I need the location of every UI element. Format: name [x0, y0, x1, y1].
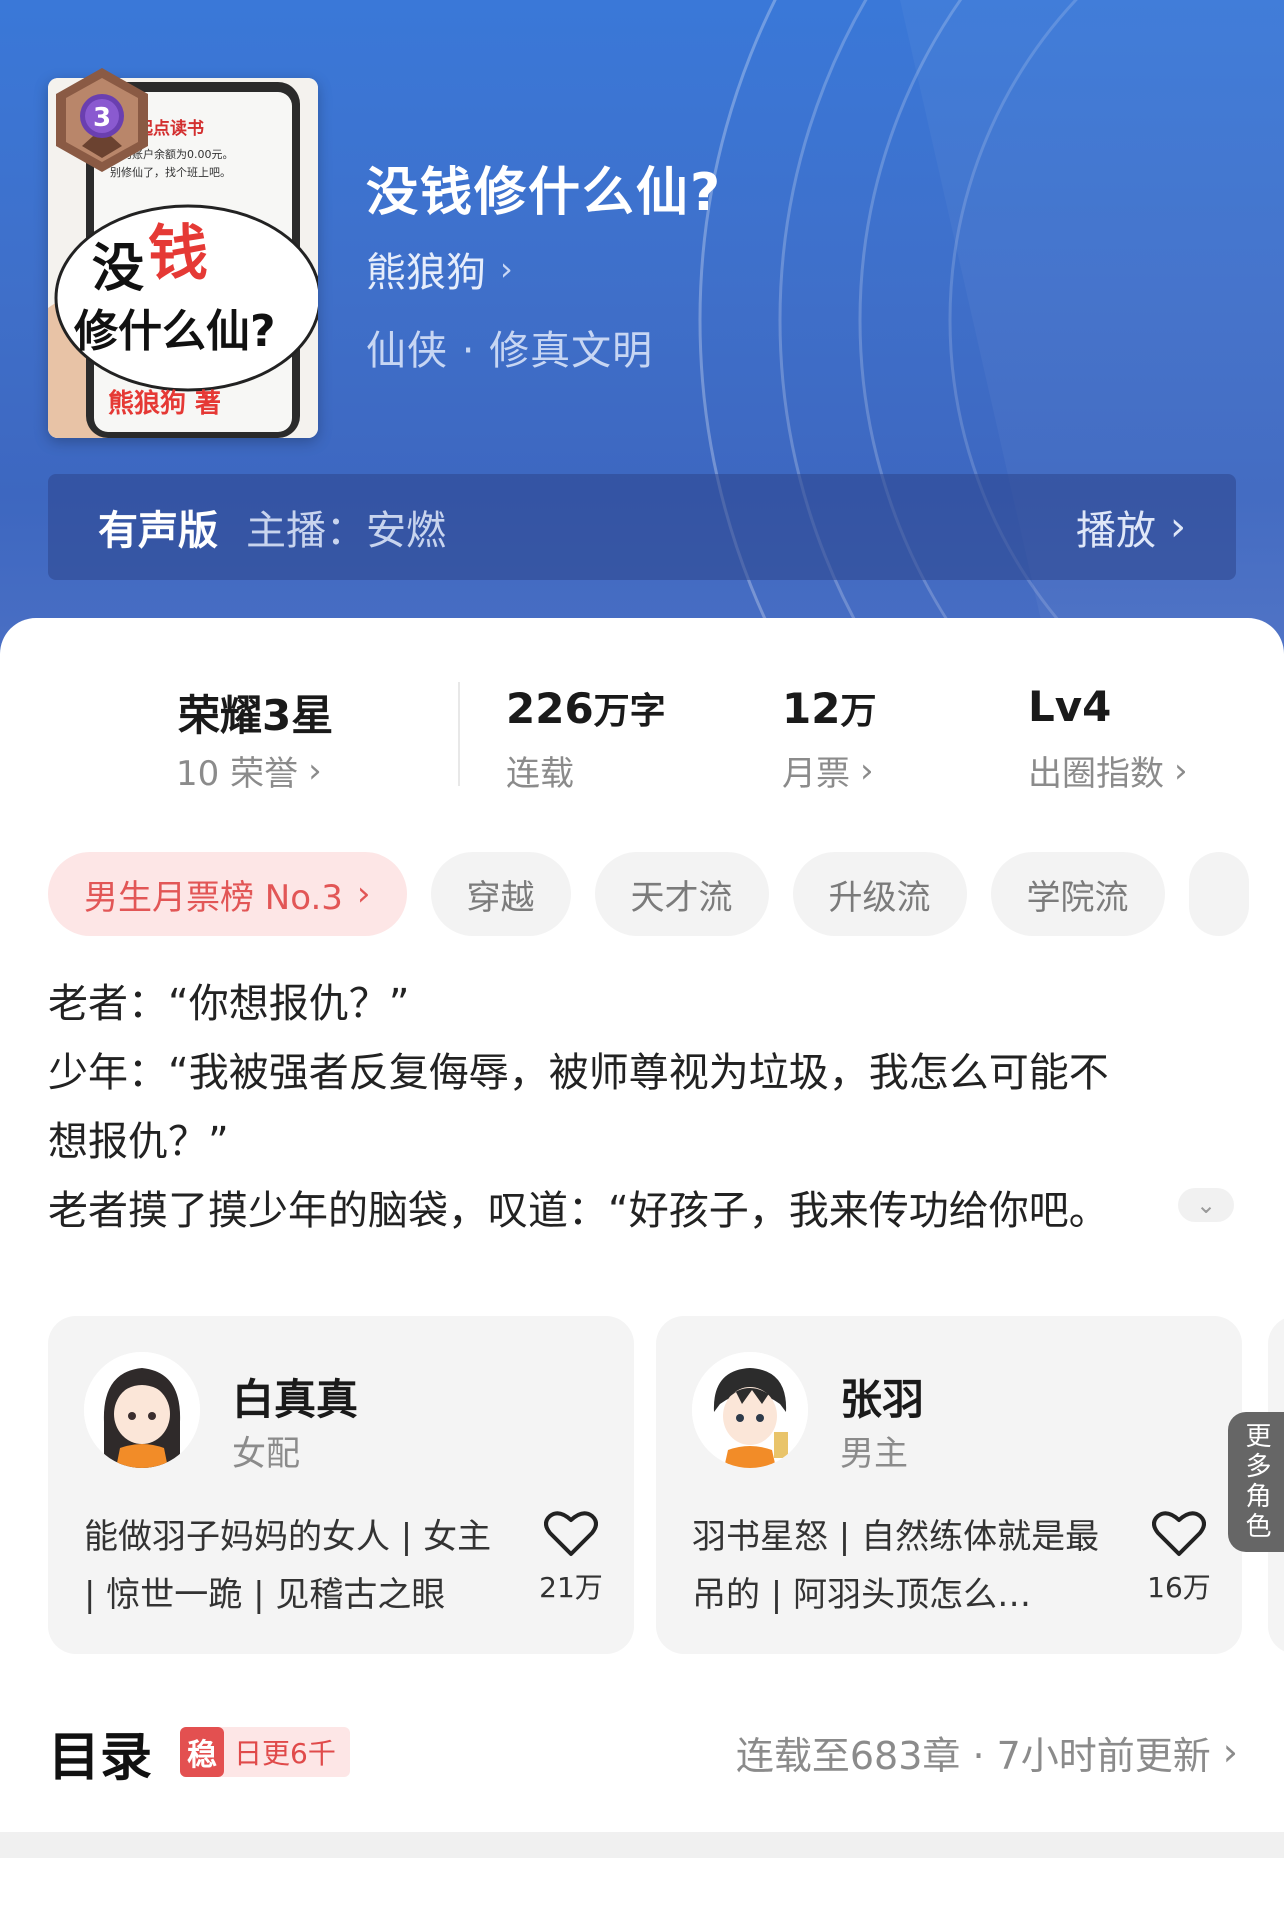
cover-title-line2: 修什么仙? — [74, 306, 276, 357]
cover-byline: 熊狼狗 著 — [108, 388, 221, 419]
honor-title: 荣耀3星 — [178, 691, 334, 740]
book-intro[interactable]: 老者：“你想报仇？” 少年：“我被强者反复侮辱，被师尊视为垃圾，我怎么可能不 想… — [48, 970, 1238, 1246]
ranking-tag[interactable]: 男生月票榜 No.3 › — [48, 852, 407, 936]
heart-icon — [544, 1511, 598, 1556]
book-header: 起点读书 您的账户余额为0.00元。 别修仙了，找个班上吧。 没 钱 修什么仙?… — [0, 0, 1284, 660]
tag-chip[interactable]: 学院流 — [990, 852, 1165, 936]
character-avatar — [84, 1352, 200, 1468]
tag-list: 男生月票榜 No.3 › 穿越 天才流 升级流 学院流 — [48, 852, 1249, 936]
intro-line: 想报仇？” — [48, 1119, 229, 1165]
update-badge-text: 日更6千 — [234, 1737, 336, 1770]
stats-divider — [458, 682, 460, 786]
honor-count: 10 荣誉 — [176, 754, 299, 794]
tag-chip[interactable]: 升级流 — [792, 852, 967, 936]
popularity-label: 出圈指数 — [1028, 754, 1164, 794]
chevron-right-icon: › — [308, 750, 322, 791]
ranking-tag-label: 男生月票榜 No.3 — [84, 877, 343, 918]
heart-icon — [1152, 1511, 1206, 1556]
character-card[interactable]: 白真真 女配 能做羽子妈妈的女人 | 女主 | 惊世一跪 | 见稽古之眼 21万 — [48, 1316, 634, 1654]
audio-host: 主播：安燃 — [246, 508, 446, 554]
toc-title: 目录 — [48, 1727, 153, 1788]
popularity-level: Lv4 — [1028, 682, 1112, 731]
intro-line: 少年：“我被强者反复侮辱，被师尊视为垃圾，我怎么可能不 — [48, 1050, 1109, 1096]
popularity-index-link[interactable]: 出圈指数 › — [1028, 746, 1188, 795]
character-name: 白真真 — [232, 1375, 359, 1424]
chevron-right-icon: › — [1170, 504, 1186, 550]
book-title: 没钱修什么仙? — [366, 163, 723, 223]
intro-line: 老者摸了摸少年的脑袋，叹道：“好孩子，我来传功给你吧。 — [48, 1188, 1109, 1234]
more-roles-button[interactable]: 更多角色 — [1228, 1412, 1284, 1552]
cover-title-part1: 没 — [92, 239, 144, 299]
word-count-value: 226 — [506, 684, 594, 733]
intro-line: 老者：“你想报仇？” — [48, 981, 410, 1027]
serial-status: 连载 — [506, 754, 574, 794]
like-button[interactable]: 16万 — [1144, 1510, 1214, 1606]
author-name: 熊狼狗 — [366, 250, 486, 296]
badge-level: 3 — [93, 103, 111, 133]
chevron-right-icon: › — [860, 750, 874, 791]
chevron-right-icon: › — [1174, 750, 1188, 791]
audio-version-bar[interactable]: 有声版 主播：安燃 播放 › — [48, 474, 1236, 580]
honor-badge-icon[interactable]: 3 — [52, 66, 152, 174]
audio-label: 有声版 — [98, 508, 218, 554]
character-name: 张羽 — [840, 1375, 925, 1424]
author-link[interactable]: 熊狼狗 › — [366, 240, 513, 298]
book-genre: 仙侠 · 修真文明 — [366, 328, 654, 374]
tickets-label: 月票 — [782, 754, 850, 794]
toc-status[interactable]: 连载至683章 · 7小时前更新 › — [736, 1725, 1238, 1780]
word-count-unit: 万字 — [593, 691, 666, 732]
honor-link[interactable]: 10 荣誉 › — [176, 746, 322, 795]
toc-row[interactable]: 目录 稳 日更6千 连载至683章 · 7小时前更新 › — [48, 1712, 1238, 1792]
character-desc: 能做羽子妈妈的女人 | 女主 | 惊世一跪 | 见稽古之眼 — [84, 1517, 492, 1615]
character-avatar — [692, 1352, 808, 1468]
cover-title-part2: 钱 — [148, 219, 208, 289]
character-card[interactable]: 张羽 男主 羽书星怒 | 自然练体就是最吊的 | 阿羽头顶怎么… 16万 — [656, 1316, 1242, 1654]
like-count: 16万 — [1147, 1571, 1211, 1604]
chevron-right-icon: › — [500, 250, 513, 288]
like-count: 21万 — [539, 1571, 603, 1604]
section-divider — [0, 1832, 1284, 1858]
character-role: 男主 — [840, 1434, 908, 1474]
tag-chip-partial[interactable] — [1188, 852, 1249, 936]
tickets-value: 12 — [782, 684, 841, 733]
like-button[interactable]: 21万 — [536, 1510, 606, 1606]
stable-mark: 稳 — [180, 1727, 225, 1777]
monthly-tickets-link[interactable]: 月票 › — [782, 746, 874, 795]
character-desc: 羽书星怒 | 自然练体就是最吊的 | 阿羽头顶怎么… — [692, 1517, 1100, 1615]
monthly-tickets: 12万 — [782, 682, 876, 734]
tag-chip[interactable]: 天才流 — [594, 852, 769, 936]
update-badge: 稳 日更6千 — [180, 1727, 350, 1777]
tickets-unit: 万 — [840, 691, 877, 732]
tag-chip[interactable]: 穿越 — [430, 852, 571, 936]
character-role: 女配 — [232, 1434, 300, 1474]
play-button[interactable]: 播放 › — [1076, 498, 1186, 556]
more-roles-label: 更多角色 — [1241, 1422, 1271, 1542]
play-label: 播放 — [1076, 508, 1156, 554]
chapter-status: 连载至683章 · 7小时前更新 — [735, 1733, 1211, 1778]
chevron-right-icon: › — [1222, 1730, 1238, 1774]
expand-intro-icon[interactable]: ⌄ — [1178, 1188, 1234, 1222]
chevron-right-icon: › — [356, 874, 371, 914]
word-count: 226万字 — [506, 682, 666, 734]
